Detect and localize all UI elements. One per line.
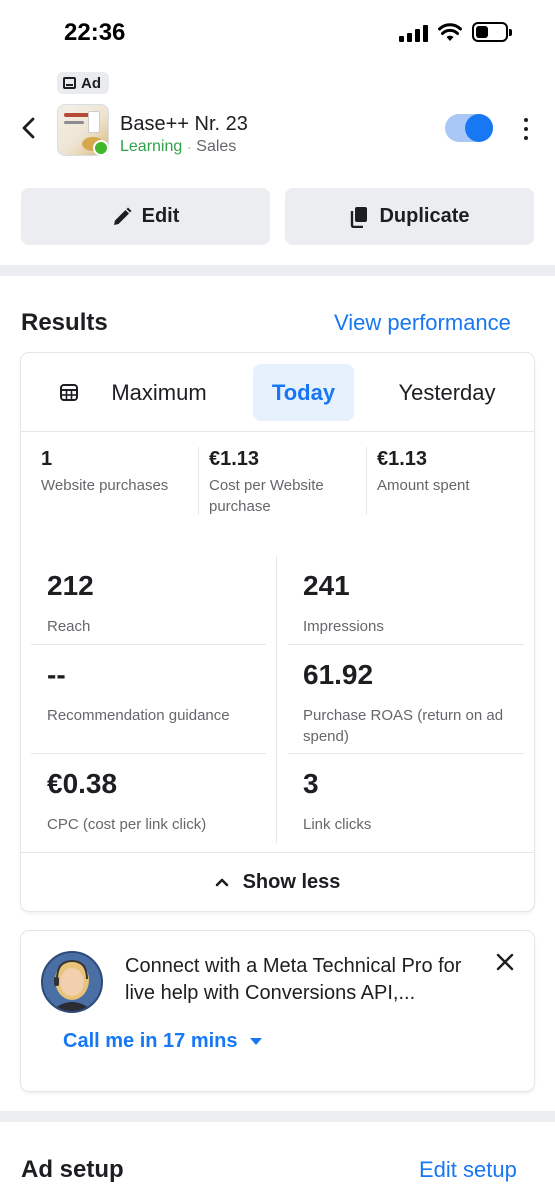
summary-label: Amount spent	[377, 477, 470, 494]
metric-cpc: €0.38 CPC (cost per link click)	[47, 768, 272, 835]
metric-label: Recommendation guidance	[47, 707, 230, 724]
ad-icon	[63, 77, 76, 89]
wifi-icon	[438, 23, 462, 41]
metric-value: 61.92	[303, 659, 374, 690]
metric-value: 3	[303, 768, 319, 799]
metric-label: CPC (cost per link click)	[47, 816, 207, 833]
ad-objective: Sales	[196, 138, 237, 155]
calendar-icon[interactable]	[60, 384, 78, 401]
ad-badge-label: Ad	[81, 74, 101, 92]
close-icon[interactable]	[496, 953, 514, 971]
chevron-up-icon	[215, 878, 228, 887]
active-status-dot	[93, 140, 109, 156]
date-range-tabs: Maximum Today Yesterday	[21, 353, 534, 432]
summary-cost-per-purchase: €1.13 Cost per Website purchase	[209, 448, 359, 517]
call-me-button[interactable]: Call me in 17 mins	[63, 1030, 262, 1053]
summary-label: Website purchases	[41, 477, 169, 494]
metric-link-clicks: 3 Link clicks	[303, 768, 518, 835]
back-button[interactable]	[18, 114, 40, 142]
metric-purchase-roas: 61.92 Purchase ROAS (return on ad spend)	[303, 659, 513, 747]
tab-today[interactable]: Today	[253, 364, 354, 421]
technical-pro-help-card: Connect with a Meta Technical Pro for li…	[21, 931, 534, 1091]
metric-value: --	[47, 659, 66, 690]
duplicate-button-label: Duplicate	[379, 205, 470, 227]
metric-recommendation-guidance: -- Recommendation guidance	[47, 659, 272, 726]
metric-impressions: 241 Impressions	[303, 570, 518, 637]
show-less-label: Show less	[242, 870, 341, 893]
section-divider	[0, 1111, 555, 1122]
section-divider	[0, 265, 555, 276]
more-options-button[interactable]	[518, 116, 534, 142]
metric-reach: 212 Reach	[47, 570, 267, 637]
learning-status: Learning	[120, 138, 183, 155]
cellular-signal-icon	[399, 25, 429, 42]
ad-status-line: Learning · Sales	[120, 138, 236, 156]
view-performance-link[interactable]: View performance	[334, 310, 511, 336]
edit-setup-link[interactable]: Edit setup	[419, 1157, 517, 1183]
results-card: Maximum Today Yesterday 1 Website purcha…	[21, 353, 534, 911]
status-time: 22:36	[64, 19, 126, 46]
summary-value: €1.13	[377, 448, 428, 470]
metric-value: €0.38	[47, 768, 118, 799]
metric-label: Reach	[47, 618, 91, 635]
help-message: Connect with a Meta Technical Pro for li…	[125, 955, 462, 1004]
tab-yesterday[interactable]: Yesterday	[381, 364, 513, 421]
toggle-knob	[465, 114, 493, 142]
duplicate-button[interactable]: Duplicate	[285, 188, 534, 245]
caret-down-icon	[249, 1038, 262, 1045]
results-title: Results	[21, 309, 108, 336]
tab-maximum[interactable]: Maximum	[99, 364, 219, 421]
edit-button[interactable]: Edit	[21, 188, 270, 245]
summary-amount-spent: €1.13 Amount spent	[377, 448, 527, 496]
duplicate-icon	[351, 206, 368, 228]
battery-icon	[472, 22, 512, 42]
pencil-icon	[113, 207, 132, 225]
status-bar: 22:36	[0, 0, 555, 64]
metric-value: 241	[303, 570, 350, 601]
metric-value: 212	[47, 570, 94, 601]
ad-active-toggle[interactable]	[445, 114, 493, 142]
avatar	[41, 951, 103, 1013]
ad-title: Base++ Nr. 23	[120, 113, 248, 135]
show-less-button[interactable]: Show less	[21, 852, 534, 911]
status-separator: ·	[187, 140, 192, 154]
summary-value: 1	[41, 448, 53, 470]
metric-label: Impressions	[303, 618, 384, 635]
metric-label: Link clicks	[303, 816, 372, 833]
summary-value: €1.13	[209, 448, 260, 470]
metric-label: Purchase ROAS (return on ad spend)	[303, 707, 504, 745]
ad-badge: Ad	[57, 72, 109, 94]
summary-label: Cost per Website purchase	[209, 477, 324, 515]
ad-setup-title: Ad setup	[21, 1156, 124, 1183]
call-me-label: Call me in 17 mins	[63, 1030, 238, 1052]
edit-button-label: Edit	[141, 205, 180, 227]
summary-website-purchases: 1 Website purchases	[41, 448, 201, 496]
